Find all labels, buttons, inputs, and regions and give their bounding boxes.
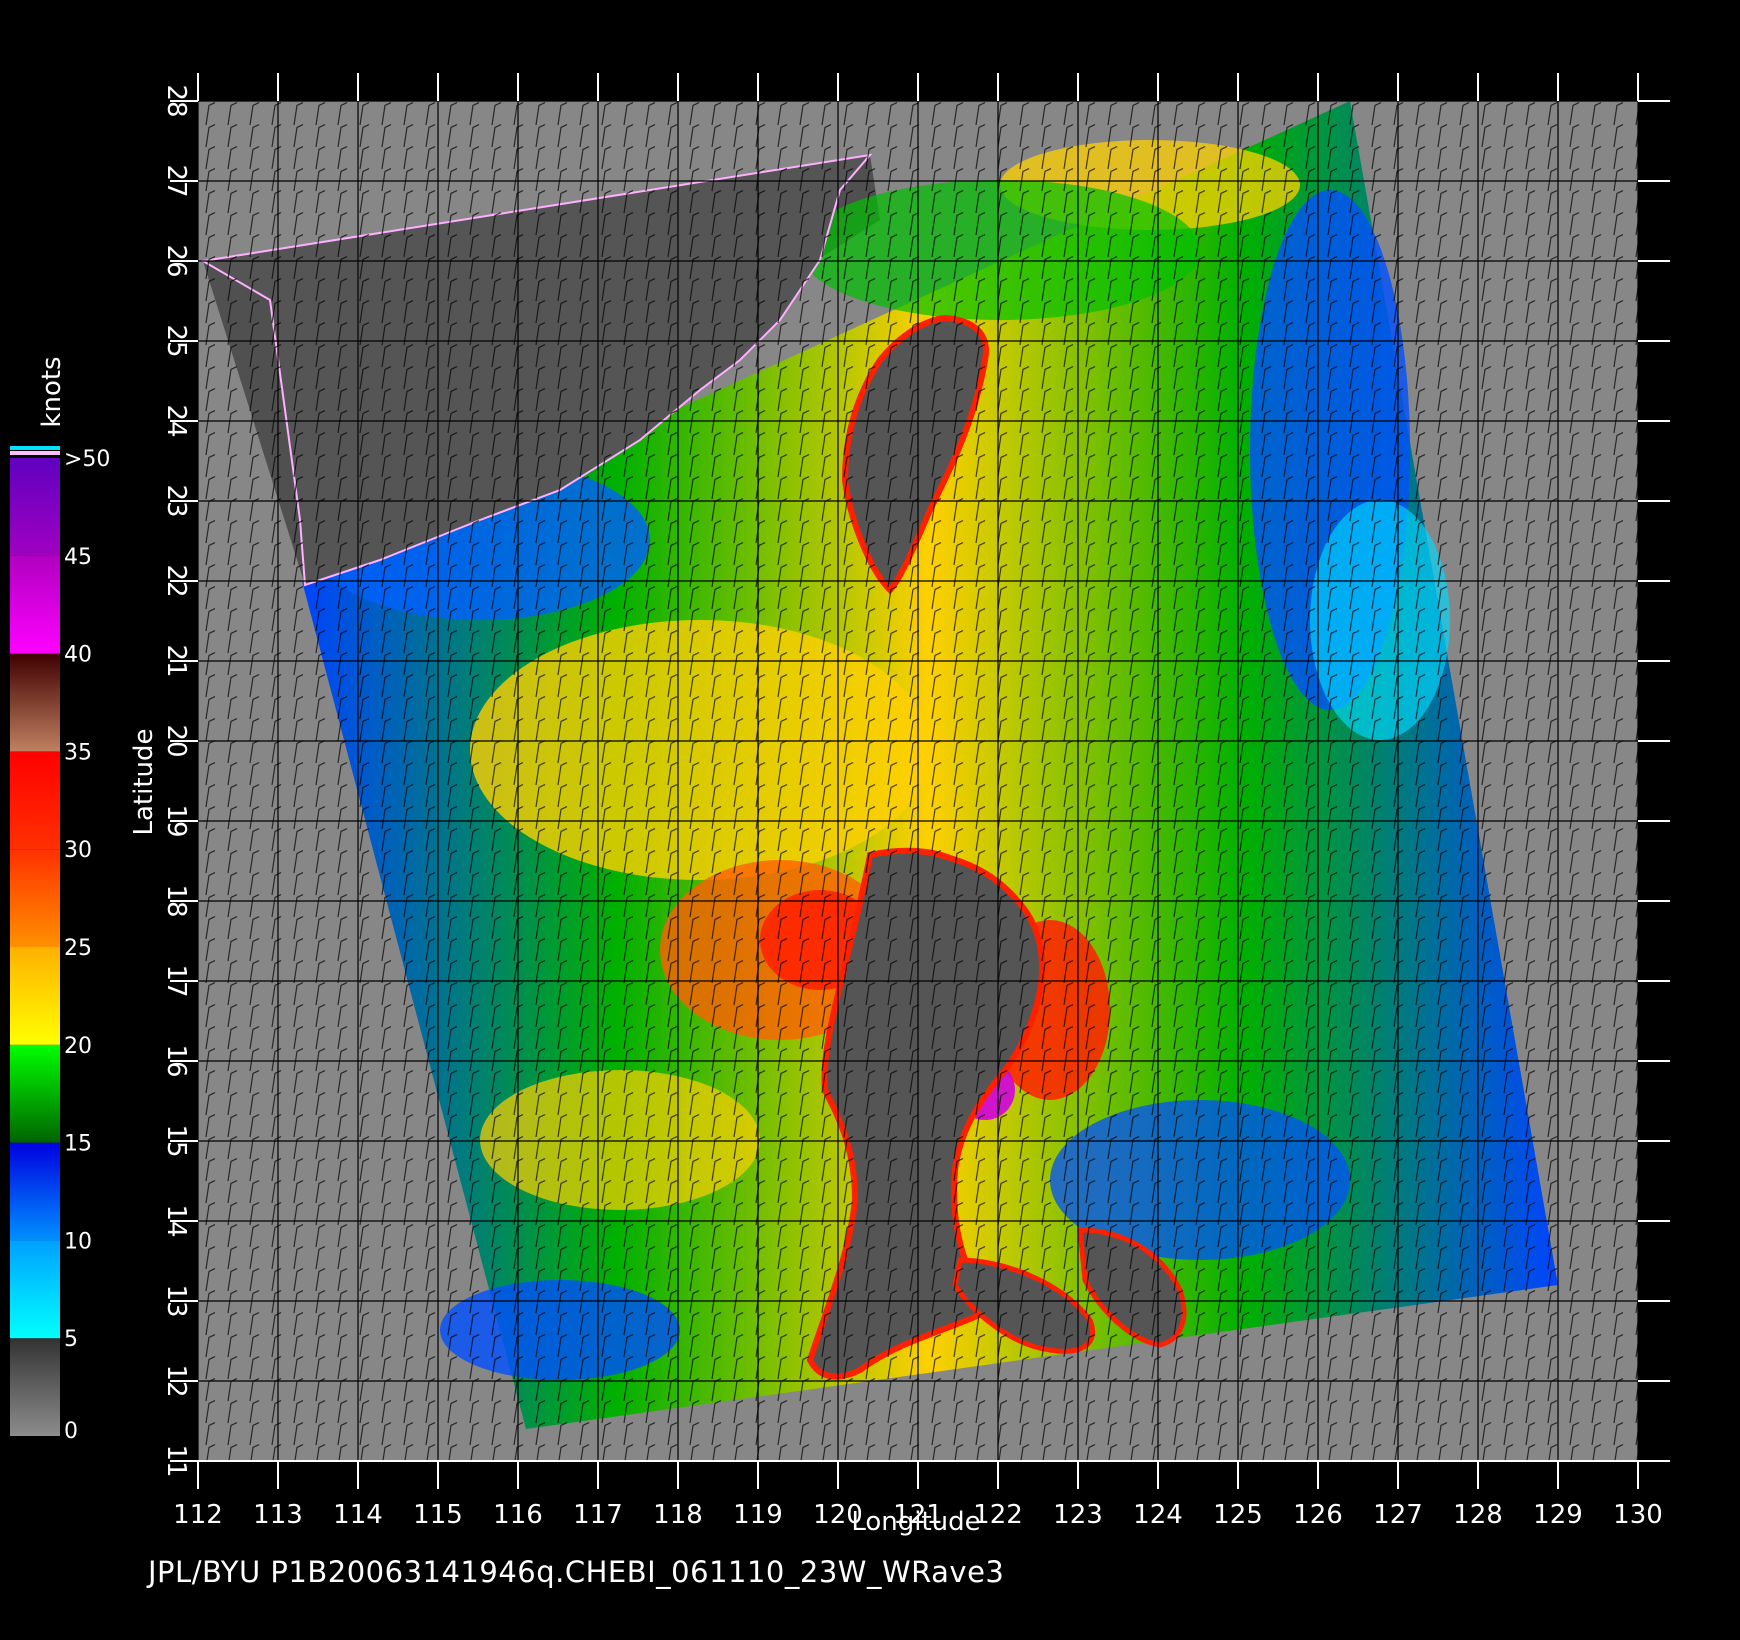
image-caption: JPL/BYU P1B20063141946q.CHEBI_061110_23W… [148,1555,1005,1589]
lon-tick-label: 115 [413,1500,463,1530]
colorbar-tick-label: 35 [64,740,92,765]
lon-tick-label: 127 [1373,1500,1423,1530]
lat-tick-label: 15 [161,1124,191,1157]
wind-speed-map: 112 113 114 115 116 117 118 119 120 121 122 123 124 1… [10,73,1670,1537]
colorbar-band-15-20 [10,1044,60,1143]
lat-tick-label: 21 [161,644,191,677]
colorbar-tick-label: 5 [64,1327,78,1352]
colorbar-tick-label: 40 [64,643,92,668]
lat-tick-label: 14 [161,1204,191,1237]
colorbar-tick-label: 0 [64,1419,78,1444]
lat-tick-label: 24 [161,404,191,437]
lat-tick-label: 27 [161,164,191,197]
colorbar-band-35-40 [10,653,60,752]
colorbar-labels: 0 5 10 15 20 25 30 35 40 45 >50 [64,447,110,1444]
y-axis-label: Latitude [129,728,159,835]
lat-tick-label: 11 [161,1444,191,1477]
lat-tick-label: 16 [161,1044,191,1077]
colorbar-band-20-25 [10,947,60,1045]
lat-tick-label: 22 [161,564,191,597]
lon-tick-label: 118 [653,1500,703,1530]
lon-tick-label: 112 [173,1500,223,1530]
colorbar-tick-label: 25 [64,936,92,961]
lon-tick-label: 124 [1133,1500,1183,1530]
lon-tick-label: 123 [1053,1500,1103,1530]
colorbar-tick-label: 15 [64,1132,92,1157]
lat-tick-label: 20 [161,724,191,757]
lat-tick-label: 28 [161,84,191,117]
cyan-patch-east [1310,500,1450,740]
lat-tick-label: 18 [161,884,191,917]
lon-tick-label: 113 [253,1500,303,1530]
lon-tick-label: 129 [1533,1500,1583,1530]
colorbar-band-0-5 [10,1338,60,1436]
lon-tick-label: 119 [733,1500,783,1530]
colorbar-band-10-15 [10,1142,60,1241]
colorbar-tick-label: 30 [64,838,92,863]
lat-tick-label: 26 [161,244,191,277]
lon-tick-label: 117 [573,1500,623,1530]
colorbar-band-40-45 [10,555,60,654]
colorbar-band-45-50 [10,458,60,556]
lat-tick-label: 25 [161,324,191,357]
colorbar-band-30-35 [10,751,60,850]
yellow-band-south [480,1070,760,1210]
latitude-tick-labels: 11 12 13 14 15 16 17 18 19 20 21 22 23 24 25 26 27 28 [161,84,191,1477]
lon-tick-label: 125 [1213,1500,1263,1530]
colorbar-tick-label: 10 [64,1229,92,1254]
lat-tick-label: 12 [161,1364,191,1397]
lon-tick-label: 126 [1293,1500,1343,1530]
lat-tick-label: 13 [161,1284,191,1317]
colorbar-tick-label: >50 [64,447,110,472]
lat-tick-label: 17 [161,964,191,997]
colorbar-tick-label: 20 [64,1034,92,1059]
colorbar-band-25-30 [10,849,60,947]
lon-tick-label: 114 [333,1500,383,1530]
colorbar-unit: knots [37,356,67,427]
colorbar-tick-label: 45 [64,545,92,570]
colorbar-overflow-stripe [10,446,60,450]
lat-tick-label: 23 [161,484,191,517]
colorbar-band-5-10 [10,1240,60,1339]
lat-tick-label: 19 [161,804,191,837]
colorbar [10,446,60,1436]
x-axis-label: Longitude [851,1507,980,1537]
lon-tick-label: 116 [493,1500,543,1530]
lon-tick-label: 130 [1613,1500,1663,1530]
lon-tick-label: 128 [1453,1500,1503,1530]
colorbar-overflow-stripe [10,451,60,455]
